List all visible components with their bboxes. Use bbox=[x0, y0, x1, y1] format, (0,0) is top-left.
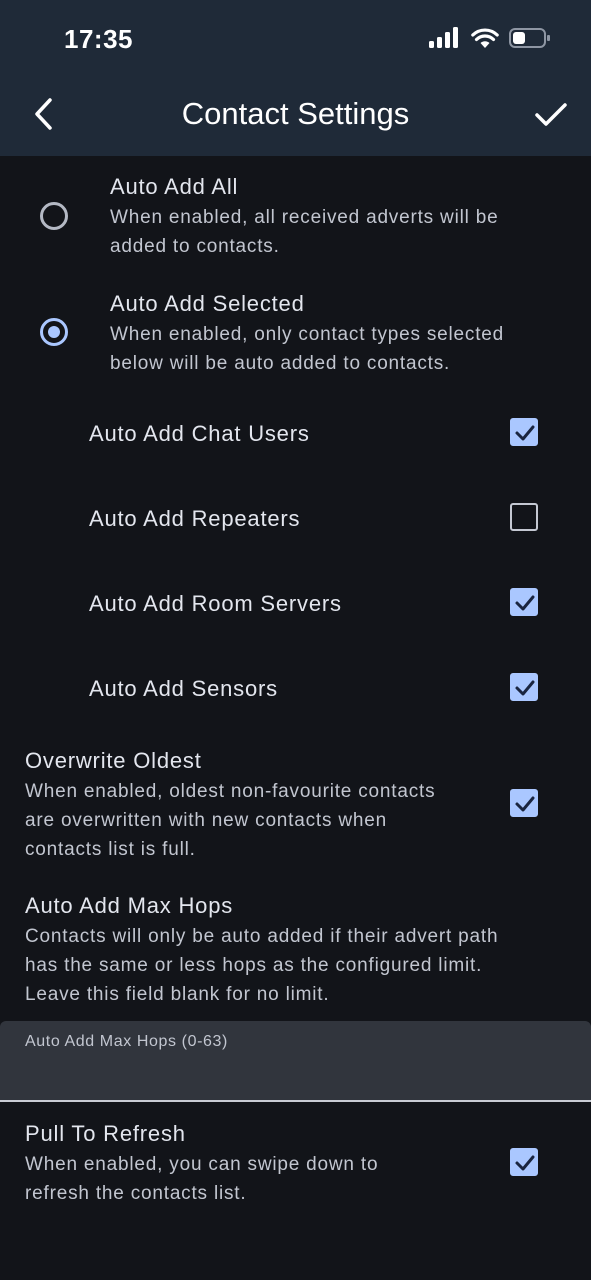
checkbox-label: Auto Add Room Servers bbox=[89, 591, 342, 616]
wifi-icon bbox=[471, 28, 499, 48]
checkbox-label: Auto Add Repeaters bbox=[89, 506, 301, 531]
checkmark-icon bbox=[515, 425, 535, 441]
settings-content: Auto Add All When enabled, all received … bbox=[0, 156, 591, 1280]
cellular-signal-icon bbox=[429, 27, 458, 48]
setting-description: Contacts will only be auto added if thei… bbox=[25, 922, 498, 1009]
confirm-button[interactable] bbox=[531, 96, 571, 132]
page-title: Contact Settings bbox=[181, 96, 410, 131]
option-description-line: added to contacts. bbox=[110, 236, 280, 257]
checkmark-icon bbox=[515, 680, 535, 696]
status-time: 17:35 bbox=[64, 24, 133, 54]
checkbox-label: Auto Add Sensors bbox=[89, 676, 278, 701]
setting-description-line: contacts list is full. bbox=[25, 839, 196, 860]
option-description-line: When enabled, only contact types selecte… bbox=[110, 324, 505, 345]
app-header: 17:35 Contact Settings bbox=[0, 0, 591, 156]
option-title: Auto Add All bbox=[110, 174, 239, 199]
setting-description-line: When enabled, oldest non-favourite conta… bbox=[25, 781, 436, 802]
status-icons bbox=[429, 27, 551, 49]
checkbox-pull-to-refresh[interactable] bbox=[510, 1148, 538, 1176]
option-description-line: When enabled, all received adverts will … bbox=[110, 207, 499, 228]
checkbox-sensors[interactable] bbox=[510, 673, 538, 701]
setting-description-line: are overwritten with new contacts when bbox=[25, 810, 387, 831]
radio-button-auto-add-all[interactable] bbox=[40, 202, 68, 230]
setting-description-line: When enabled, you can swipe down to bbox=[25, 1154, 379, 1175]
setting-description: When enabled, oldest non-favourite conta… bbox=[25, 777, 435, 864]
setting-description-line: refresh the contacts list. bbox=[25, 1183, 247, 1204]
option-description: When enabled, all received adverts will … bbox=[110, 203, 498, 261]
max-hops-input[interactable]: Auto Add Max Hops (0-63) bbox=[0, 1021, 591, 1102]
battery-icon bbox=[509, 28, 550, 48]
option-description-line: below will be auto added to contacts. bbox=[110, 353, 451, 374]
setting-description-line: Contacts will only be auto added if thei… bbox=[25, 926, 499, 947]
setting-description-line: has the same or less hops as the configu… bbox=[25, 955, 483, 976]
checkbox-overwrite-oldest[interactable] bbox=[510, 789, 538, 817]
checkbox-label: Auto Add Chat Users bbox=[89, 421, 310, 446]
radio-button-auto-add-selected[interactable] bbox=[40, 318, 68, 346]
checkmark-icon bbox=[515, 796, 535, 812]
setting-title: Overwrite Oldest bbox=[25, 748, 202, 773]
setting-title: Pull To Refresh bbox=[25, 1121, 186, 1146]
max-hops-input-label: Auto Add Max Hops (0-63) bbox=[25, 1033, 228, 1050]
option-description: When enabled, only contact types selecte… bbox=[110, 320, 504, 378]
option-title: Auto Add Selected bbox=[110, 291, 305, 316]
checkmark-icon bbox=[515, 1155, 535, 1171]
checkbox-repeaters[interactable] bbox=[510, 503, 538, 531]
checkbox-room-servers[interactable] bbox=[510, 588, 538, 616]
checkbox-chat-users[interactable] bbox=[510, 418, 538, 446]
checkmark-icon bbox=[515, 595, 535, 611]
setting-description-line: Leave this field blank for no limit. bbox=[25, 984, 330, 1005]
setting-title: Auto Add Max Hops bbox=[25, 893, 234, 918]
setting-description: When enabled, you can swipe down to refr… bbox=[25, 1150, 378, 1208]
